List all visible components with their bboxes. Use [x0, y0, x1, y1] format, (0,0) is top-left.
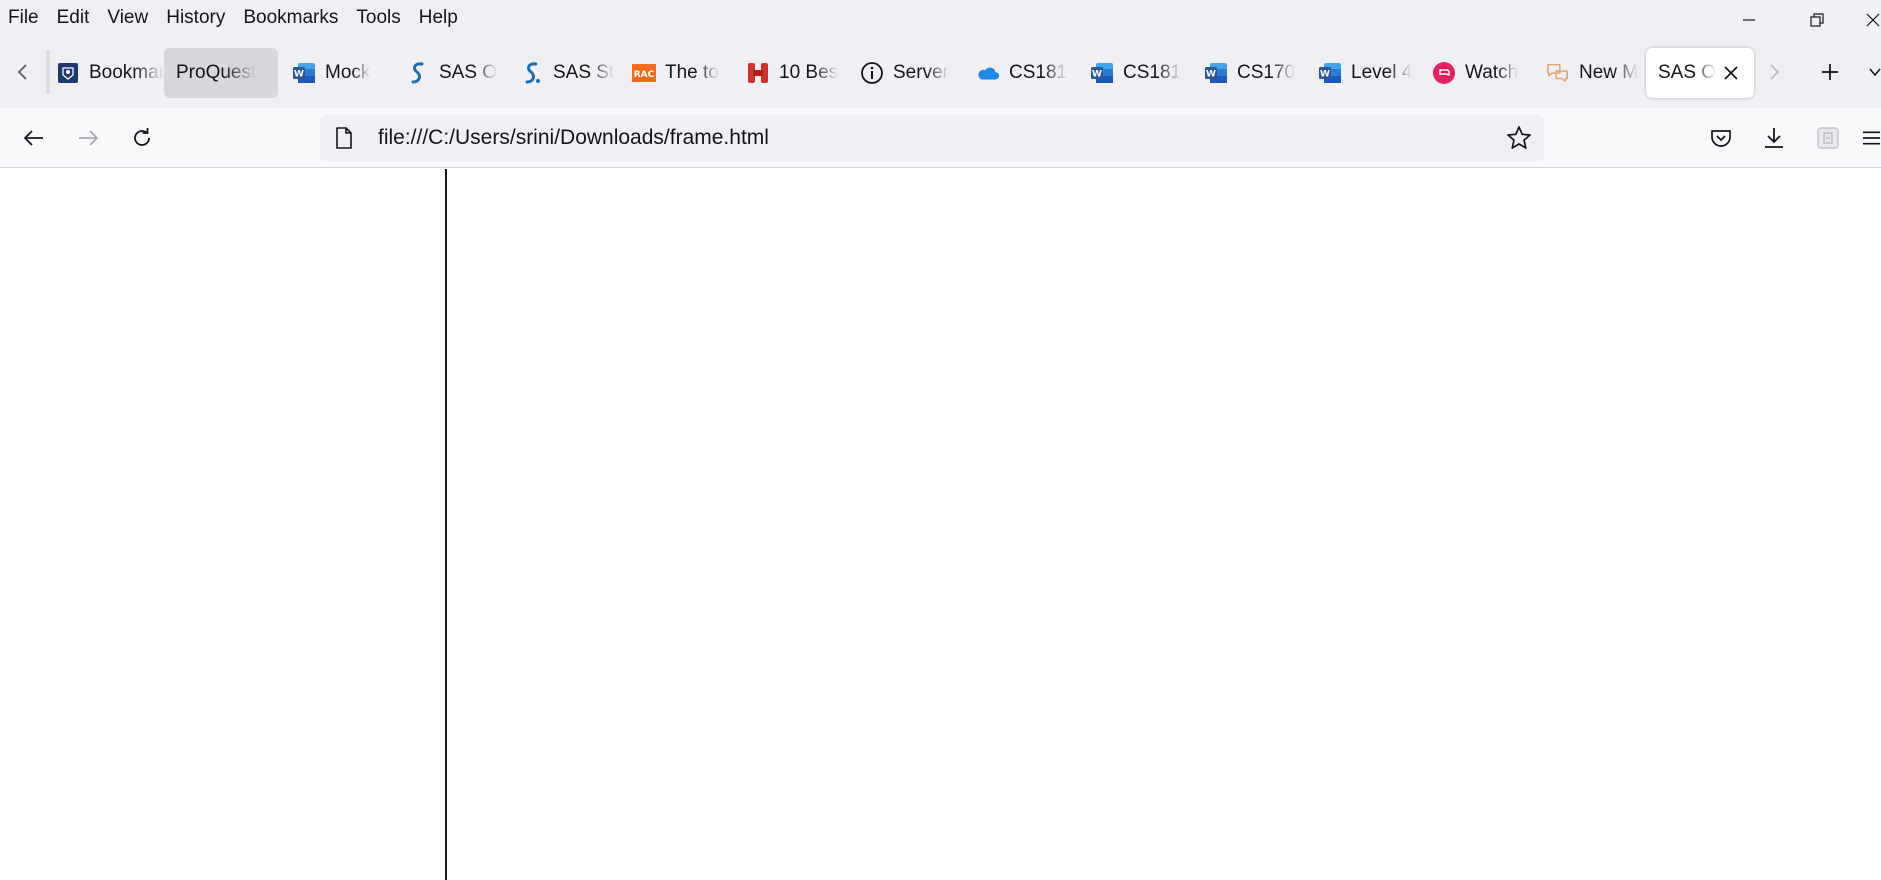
- close-icon: [1866, 13, 1880, 27]
- downloads-icon: [1765, 128, 1783, 148]
- window-controls: [1715, 0, 1881, 40]
- menu-history[interactable]: History: [157, 3, 234, 33]
- back-button[interactable]: [14, 118, 54, 158]
- extension-button[interactable]: [1808, 118, 1848, 158]
- tab-level-4[interactable]: W Level 4: [1304, 48, 1418, 98]
- plus-icon: [1822, 64, 1838, 80]
- h-logo-icon: [746, 61, 770, 85]
- close-icon: [1724, 66, 1738, 80]
- tab-label: The to: [665, 62, 719, 83]
- tab-label: Server: [893, 62, 949, 83]
- word-icon: W: [292, 61, 316, 85]
- sas-icon: [520, 61, 544, 85]
- svg-text:W: W: [1206, 70, 1216, 80]
- star-icon: [1507, 126, 1531, 149]
- tab-label: ProQuest: [176, 62, 257, 83]
- svg-text:W: W: [1092, 70, 1102, 80]
- tab-server[interactable]: Server: [848, 48, 962, 98]
- minimize-icon: [1743, 19, 1755, 21]
- menu-bar: File Edit View History Bookmarks Tools H…: [0, 0, 1881, 36]
- tab-label: CS181: [1009, 62, 1068, 83]
- tab-10-bes[interactable]: 10 Bes: [734, 48, 848, 98]
- sas-icon: [406, 61, 430, 85]
- onedrive-icon: [976, 61, 1000, 85]
- tab-label: CS170: [1237, 62, 1296, 83]
- url-text[interactable]: file:///C:/Users/srini/Downloads/frame.h…: [378, 126, 769, 150]
- tab-bookmarks[interactable]: Bookmarks: [50, 48, 164, 98]
- menu-edit[interactable]: Edit: [48, 3, 99, 33]
- tab-label: Mock: [325, 62, 371, 83]
- tab-sas-ou-active[interactable]: SAS Ou: [1646, 48, 1754, 98]
- reload-icon: [134, 128, 150, 146]
- bookmark-crest-icon: [56, 61, 80, 85]
- back-icon: [23, 130, 43, 146]
- tab-label: Level 4: [1351, 62, 1413, 83]
- app-menu-button[interactable]: [1862, 118, 1881, 158]
- tab-the-to[interactable]: RAC The to: [620, 48, 734, 98]
- pocket-button[interactable]: [1701, 118, 1741, 158]
- tab-scroll-right-button[interactable]: [1757, 52, 1791, 92]
- tab-label: Bookmarks: [89, 62, 164, 83]
- navigation-toolbar: file:///C:/Users/srini/Downloads/frame.h…: [0, 108, 1881, 168]
- tab-sas-o[interactable]: SAS O: [392, 48, 506, 98]
- forward-button[interactable]: [68, 118, 108, 158]
- chat-bubbles-icon: [1546, 61, 1570, 85]
- tab-close-button[interactable]: [1720, 62, 1742, 84]
- word-icon: W: [1318, 61, 1342, 85]
- tab-scroll-left-button[interactable]: [6, 52, 40, 92]
- tab-label: SAS Ou: [1658, 62, 1716, 83]
- page-content: [0, 169, 1881, 880]
- tab-sas-st[interactable]: SAS St: [506, 48, 620, 98]
- chevron-left-icon: [17, 64, 27, 80]
- menu-icon: [1862, 131, 1881, 145]
- menu-items: File Edit View History Bookmarks Tools H…: [0, 3, 467, 33]
- rac-icon: RAC: [632, 61, 656, 85]
- info-icon: [860, 61, 884, 85]
- page-icon: [332, 126, 356, 150]
- extension-icon: [1817, 127, 1839, 149]
- tabs: Bookmarks ProQuest W Mock SAS O SAS St: [50, 48, 1754, 98]
- tab-cs170[interactable]: W CS170: [1190, 48, 1304, 98]
- tab-label: Watch: [1465, 62, 1519, 83]
- svg-text:RAC: RAC: [634, 70, 655, 80]
- menu-help[interactable]: Help: [410, 3, 467, 33]
- svg-text:W: W: [1320, 70, 1330, 80]
- minimize-button[interactable]: [1715, 0, 1783, 40]
- menu-tools[interactable]: Tools: [347, 3, 409, 33]
- list-all-tabs-button[interactable]: [1868, 52, 1881, 92]
- menu-view[interactable]: View: [98, 3, 157, 33]
- word-icon: W: [1204, 61, 1228, 85]
- url-bar[interactable]: file:///C:/Users/srini/Downloads/frame.h…: [320, 115, 1544, 161]
- word-icon: W: [1090, 61, 1114, 85]
- restore-icon: [1810, 13, 1824, 27]
- new-tab-button[interactable]: [1810, 52, 1850, 92]
- pocket-icon: [1711, 130, 1731, 147]
- tab-cs181-onedrive[interactable]: CS181: [962, 48, 1076, 98]
- tab-label: SAS St: [553, 62, 615, 83]
- chevron-down-icon: [1869, 68, 1881, 77]
- frame-border[interactable]: [445, 169, 447, 880]
- bookmark-star-button[interactable]: [1504, 123, 1534, 153]
- restore-button[interactable]: [1783, 0, 1851, 40]
- forward-icon: [79, 130, 99, 146]
- reload-button[interactable]: [122, 118, 162, 158]
- tab-new-m[interactable]: New M: [1532, 48, 1646, 98]
- menu-bookmarks[interactable]: Bookmarks: [234, 3, 347, 33]
- tab-strip: Bookmarks ProQuest W Mock SAS O SAS St: [0, 36, 1881, 108]
- tab-label: New M: [1579, 62, 1639, 83]
- menu-file[interactable]: File: [8, 3, 48, 33]
- tab-cs181-word[interactable]: W CS181: [1076, 48, 1190, 98]
- tab-mock[interactable]: W Mock: [278, 48, 392, 98]
- tab-label: SAS O: [439, 62, 498, 83]
- tab-label: CS181: [1123, 62, 1182, 83]
- close-window-button[interactable]: [1851, 0, 1881, 40]
- downloads-button[interactable]: [1754, 118, 1794, 158]
- svg-text:W: W: [294, 70, 304, 80]
- tab-proquest[interactable]: ProQuest: [164, 48, 278, 98]
- tab-watch[interactable]: Watch: [1418, 48, 1532, 98]
- chevron-right-icon: [1770, 64, 1780, 80]
- pink-circle-icon: [1432, 61, 1456, 85]
- tab-label: 10 Bes: [779, 62, 839, 83]
